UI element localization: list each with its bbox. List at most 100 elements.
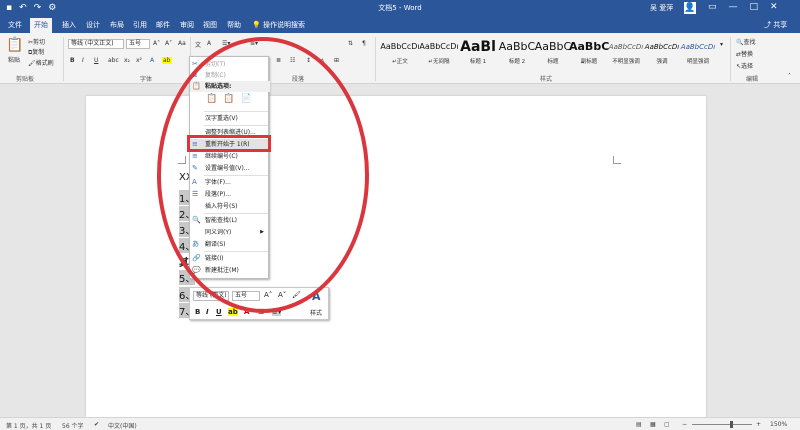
bold-icon[interactable]: B — [70, 57, 75, 64]
tab-mailings[interactable]: 邮件 — [156, 20, 170, 30]
print-layout-icon[interactable]: ▦ — [650, 421, 656, 428]
read-mode-icon[interactable]: ▤ — [636, 421, 642, 428]
numbering-icon[interactable]: ≡▾ — [272, 308, 282, 316]
find-button[interactable]: 🔍查找 — [736, 37, 756, 46]
style-emphasis[interactable]: AaBbCcDı 强调 — [642, 37, 682, 71]
style-subtle-emphasis[interactable]: AaBbCcDı 不明显强调 — [606, 37, 646, 71]
word-count[interactable]: 56 个字 — [62, 421, 84, 430]
menu-item-reconvert[interactable]: 汉字重选(V) — [190, 113, 270, 124]
tell-me-search[interactable]: 💡 操作说明搜索 — [252, 20, 305, 30]
paste-button[interactable]: 粘贴 — [8, 55, 20, 64]
grow-font-icon[interactable]: A˄ — [153, 40, 160, 47]
mini-size-combo[interactable]: 五号 — [232, 291, 260, 301]
styles-more-icon[interactable]: ▾ — [720, 41, 723, 48]
close-icon[interactable]: ✕ — [770, 2, 778, 12]
underline-icon[interactable]: U — [94, 57, 98, 64]
font-name-combo[interactable]: 等线 (中文正文) — [68, 39, 124, 49]
font-color-icon[interactable]: A — [244, 308, 249, 316]
show-marks-icon[interactable]: ¶ — [362, 40, 366, 47]
highlight-icon[interactable]: ab — [162, 57, 172, 64]
menu-item-font[interactable]: A 字体(F)... — [190, 177, 270, 188]
tab-insert[interactable]: 插入 — [62, 20, 76, 30]
styles-icon[interactable]: A — [312, 290, 321, 303]
zoom-in-icon[interactable]: + — [756, 421, 761, 428]
style-no-spacing[interactable]: AaBbCcDı ↵无间隔 — [419, 37, 459, 71]
italic-icon[interactable]: I — [206, 308, 209, 316]
tab-view[interactable]: 视图 — [203, 20, 217, 30]
line-spacing-icon[interactable]: ↕ — [306, 57, 311, 64]
tab-review[interactable]: 审阅 — [180, 20, 194, 30]
zoom-level[interactable]: 150% — [770, 421, 787, 428]
cut-button[interactable]: ✂剪切 — [28, 37, 45, 46]
numbering-icon[interactable]: ≡▾ — [250, 40, 258, 47]
style-heading-1[interactable]: AaBl 标题 1 — [458, 37, 498, 71]
collapse-ribbon-icon[interactable]: ˄ — [788, 73, 791, 80]
menu-item-continue-numbering[interactable]: ≡ 继续编号(C) — [190, 151, 270, 162]
tab-file[interactable]: 文件 — [8, 20, 22, 30]
avatar[interactable]: 👤 — [684, 2, 696, 14]
menu-item-paragraph[interactable]: ☰ 段落(P)... — [190, 189, 270, 200]
bullets-icon[interactable]: ☰▾ — [222, 40, 230, 47]
select-button[interactable]: ↖选择 — [736, 61, 753, 70]
grow-font-icon[interactable]: A˄ — [264, 291, 272, 299]
change-case-icon[interactable]: Aa — [178, 40, 186, 47]
superscript-icon[interactable]: x² — [136, 57, 142, 64]
style-heading-2[interactable]: AaBbC 标题 2 — [497, 37, 537, 71]
mini-styles-label[interactable]: 样式 — [310, 308, 322, 317]
language[interactable]: 中文(中国) — [108, 421, 137, 430]
minimize-icon[interactable]: — — [729, 2, 738, 12]
subscript-icon[interactable]: x₂ — [124, 57, 130, 64]
shrink-font-icon[interactable]: A˅ — [278, 291, 286, 299]
tab-home[interactable]: 开始 — [30, 18, 52, 33]
format-painter-icon[interactable]: 🖌 — [292, 291, 301, 299]
page-count[interactable]: 第 1 页，共 1 页 — [6, 421, 51, 430]
menu-item-cut[interactable]: ✂ 剪切(T) — [190, 59, 270, 70]
style-title[interactable]: AaBbC 标题 — [533, 37, 573, 71]
style-normal[interactable]: AaBbCcDı ↵正文 — [380, 37, 420, 71]
ribbon-display-icon[interactable]: ▭ — [708, 2, 717, 12]
sort-icon[interactable]: ⇅ — [348, 40, 353, 47]
tab-references[interactable]: 引用 — [133, 20, 147, 30]
style-intense-emphasis[interactable]: AaBbCcDı 明显强调 — [678, 37, 718, 71]
strikethrough-icon[interactable]: abc — [108, 57, 119, 64]
menu-item-set-numbering-value[interactable]: ✎ 设置编号值(V)... — [190, 163, 270, 174]
font-size-combo[interactable]: 五号 — [126, 39, 150, 49]
paste-icon[interactable]: 📋 — [6, 37, 23, 53]
menu-item-translate[interactable]: あ翻译(S) — [190, 239, 270, 250]
maximize-icon[interactable]: □ — [750, 2, 759, 12]
phonetic-icon[interactable]: 文 — [195, 40, 201, 49]
tab-help[interactable]: 帮助 — [227, 20, 241, 30]
tab-layout[interactable]: 布局 — [110, 20, 124, 30]
share-button[interactable]: ⤴ 共享 — [764, 20, 787, 30]
menu-item-synonyms[interactable]: 同义词(Y) ▶ — [190, 227, 270, 238]
shading-icon[interactable]: ◭ — [320, 57, 325, 64]
menu-item-copy[interactable]: ⧉ 复制(C) — [190, 70, 270, 81]
zoom-slider[interactable] — [692, 424, 752, 425]
paste-merge-format-icon[interactable]: 📋 — [223, 94, 234, 104]
text-effects-icon[interactable]: A — [150, 57, 154, 64]
bullets-icon[interactable]: ☰ — [258, 308, 264, 316]
borders-icon[interactable]: ⊞ — [334, 57, 339, 64]
shrink-font-icon[interactable]: A˅ — [165, 40, 172, 47]
highlight-icon[interactable]: ab — [228, 308, 238, 316]
copy-button[interactable]: ⧉复制 — [28, 47, 44, 57]
tab-design[interactable]: 设计 — [86, 20, 100, 30]
justify-icon[interactable]: ≣ — [276, 57, 281, 64]
zoom-out-icon[interactable]: − — [682, 421, 687, 428]
paste-text-only-icon[interactable]: 📄 — [240, 94, 251, 104]
web-layout-icon[interactable]: ▢ — [664, 421, 670, 428]
char-border-icon[interactable]: A — [207, 40, 211, 47]
menu-item-new-comment[interactable]: 💬 新建批注(M) — [190, 265, 270, 276]
proofing-icon[interactable]: ✔ — [94, 421, 99, 428]
menu-item-smart-lookup[interactable]: 🔍 智能查找(L) — [190, 215, 270, 226]
distributed-icon[interactable]: ☷ — [290, 57, 295, 64]
paste-keep-format-icon[interactable]: 📋 — [206, 94, 217, 104]
style-subtitle[interactable]: AaBbC 副标题 — [569, 37, 609, 71]
menu-item-insert-symbol[interactable]: 插入符号(S) — [190, 201, 270, 212]
user-name[interactable]: 吴 爱萍 — [650, 3, 673, 13]
zoom-thumb[interactable] — [730, 421, 733, 428]
mini-font-combo[interactable]: 等线 (西文) — [193, 291, 229, 301]
underline-icon[interactable]: U — [216, 308, 222, 316]
replace-button[interactable]: ⇄替换 — [736, 49, 753, 58]
bold-icon[interactable]: B — [195, 308, 200, 316]
